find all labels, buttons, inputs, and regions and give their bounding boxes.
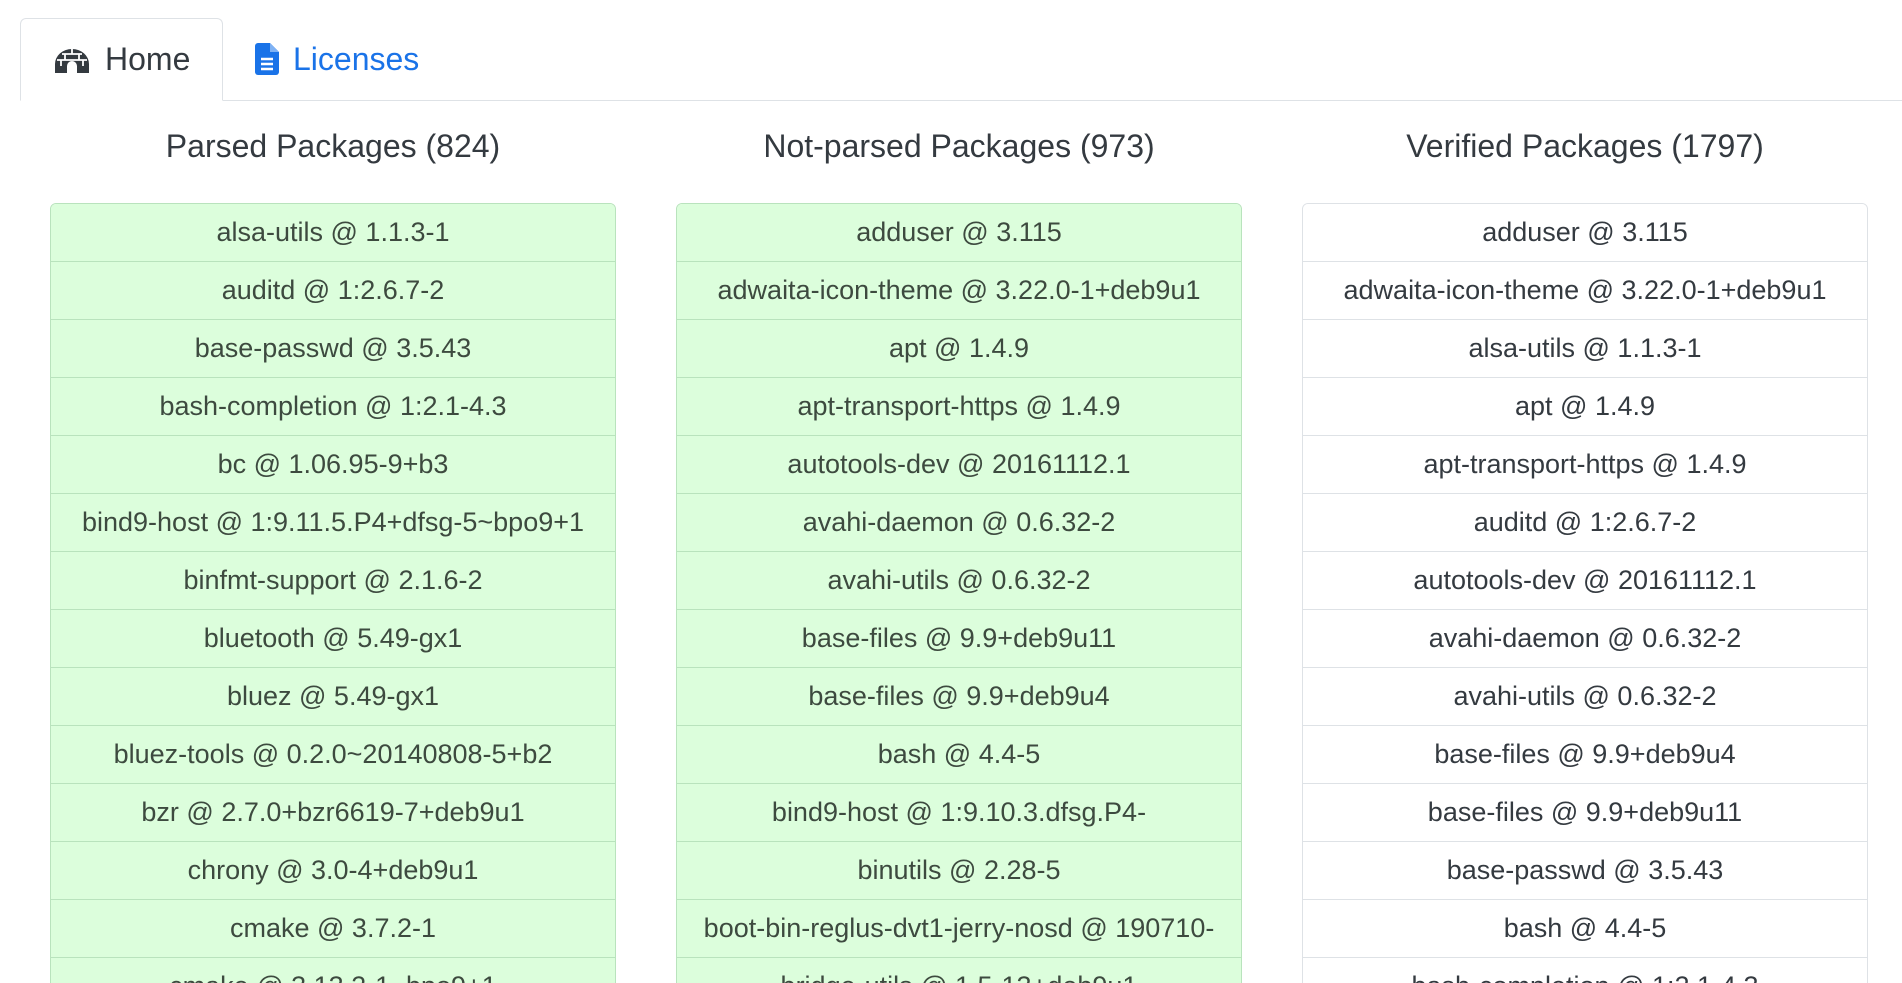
list-item: adduser @ 3.115 <box>677 204 1241 261</box>
page: Home Licenses Parsed Packages (824) alsa… <box>0 0 1902 983</box>
list-item: base-files @ 9.9+deb9u4 <box>677 667 1241 725</box>
list-item: apt-transport-https @ 1.4.9 <box>677 377 1241 435</box>
list-item: bash @ 4.4-5 <box>677 725 1241 783</box>
list-item: bash-completion @ 1:2.1-4.3 <box>1303 957 1867 983</box>
not-parsed-packages-list: adduser @ 3.115 adwaita-icon-theme @ 3.2… <box>676 203 1242 983</box>
list-item: avahi-daemon @ 0.6.32-2 <box>1303 609 1867 667</box>
list-item: avahi-utils @ 0.6.32-2 <box>677 551 1241 609</box>
list-item: base-files @ 9.9+deb9u4 <box>1303 725 1867 783</box>
list-item: base-passwd @ 3.5.43 <box>51 319 615 377</box>
list-item: alsa-utils @ 1.1.3-1 <box>1303 319 1867 377</box>
list-item: chrony @ 3.0-4+deb9u1 <box>51 841 615 899</box>
tab-licenses[interactable]: Licenses <box>223 18 453 100</box>
list-item: bluez-tools @ 0.2.0~20140808-5+b2 <box>51 725 615 783</box>
list-item: base-passwd @ 3.5.43 <box>1303 841 1867 899</box>
list-item: binfmt-support @ 2.1.6-2 <box>51 551 615 609</box>
list-item: auditd @ 1:2.6.7-2 <box>51 261 615 319</box>
not-parsed-packages-title: Not-parsed Packages (973) <box>763 127 1155 164</box>
list-item: avahi-utils @ 0.6.32-2 <box>1303 667 1867 725</box>
list-item: bash-completion @ 1:2.1-4.3 <box>51 377 615 435</box>
list-item: adduser @ 3.115 <box>1303 204 1867 261</box>
list-item: bind9-host @ 1:9.10.3.dfsg.P4- <box>677 783 1241 841</box>
list-item: avahi-daemon @ 0.6.32-2 <box>677 493 1241 551</box>
list-item: bc @ 1.06.95-9+b3 <box>51 435 615 493</box>
file-icon <box>255 43 279 75</box>
parsed-packages-title: Parsed Packages (824) <box>165 127 501 164</box>
list-item: bridge-utils @ 1.5-13+deb9u1 <box>677 957 1241 983</box>
igloo-icon <box>53 46 91 74</box>
verified-packages-title: Verified Packages (1797) <box>1406 127 1764 164</box>
list-item: adwaita-icon-theme @ 3.22.0-1+deb9u1 <box>1303 261 1867 319</box>
list-item: cmake @ 3.13.2-1~bpo9+1 <box>51 957 615 983</box>
tab-licenses-label: Licenses <box>293 40 420 77</box>
verified-packages-column: Verified Packages (1797) adduser @ 3.115… <box>1302 100 1868 983</box>
parsed-packages-column: Parsed Packages (824) alsa-utils @ 1.1.3… <box>50 100 616 983</box>
list-item: autotools-dev @ 20161112.1 <box>1303 551 1867 609</box>
list-item: base-files @ 9.9+deb9u11 <box>677 609 1241 667</box>
tab-home[interactable]: Home <box>20 18 223 101</box>
list-item: bash @ 4.4-5 <box>1303 899 1867 957</box>
list-item: bzr @ 2.7.0+bzr6619-7+deb9u1 <box>51 783 615 841</box>
list-item: apt @ 1.4.9 <box>677 319 1241 377</box>
tab-home-label: Home <box>105 41 191 77</box>
list-item: boot-bin-reglus-dvt1-jerry-nosd @ 190710… <box>677 899 1241 957</box>
list-item: cmake @ 3.7.2-1 <box>51 899 615 957</box>
list-item: bluetooth @ 5.49-gx1 <box>51 609 615 667</box>
list-item: binutils @ 2.28-5 <box>677 841 1241 899</box>
parsed-packages-list: alsa-utils @ 1.1.3-1 auditd @ 1:2.6.7-2 … <box>50 203 616 983</box>
list-item: auditd @ 1:2.6.7-2 <box>1303 493 1867 551</box>
list-item: alsa-utils @ 1.1.3-1 <box>51 204 615 261</box>
list-item: apt-transport-https @ 1.4.9 <box>1303 435 1867 493</box>
list-item: bind9-host @ 1:9.11.5.P4+dfsg-5~bpo9+1 <box>51 493 615 551</box>
list-item: base-files @ 9.9+deb9u11 <box>1303 783 1867 841</box>
verified-packages-list: adduser @ 3.115 adwaita-icon-theme @ 3.2… <box>1302 203 1868 983</box>
list-item: adwaita-icon-theme @ 3.22.0-1+deb9u1 <box>677 261 1241 319</box>
list-item: autotools-dev @ 20161112.1 <box>677 435 1241 493</box>
list-item: apt @ 1.4.9 <box>1303 377 1867 435</box>
list-item: bluez @ 5.49-gx1 <box>51 667 615 725</box>
tab-bar: Home Licenses <box>20 18 1902 101</box>
not-parsed-packages-column: Not-parsed Packages (973) adduser @ 3.11… <box>676 100 1242 983</box>
